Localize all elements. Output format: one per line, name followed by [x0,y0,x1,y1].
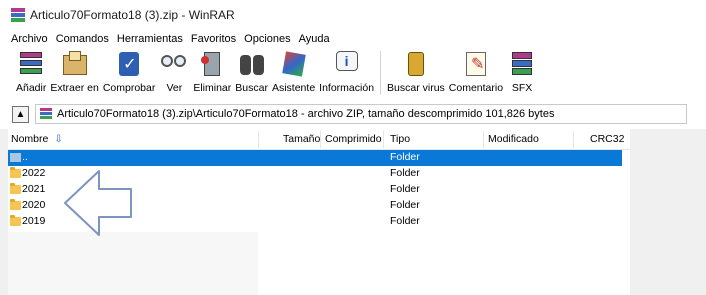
column-name-label: Nombre [11,133,49,145]
file-type: Folder [390,167,420,179]
virus-scan-button[interactable]: Buscar virus [385,49,447,99]
add-archive-icon [16,49,46,79]
test-icon [114,49,144,79]
sort-arrow-icon: ⇩ [54,134,63,145]
column-divider[interactable] [483,131,484,148]
folder-icon [10,199,21,210]
folder-icon [10,167,21,178]
file-name: 2021 [22,183,46,195]
column-crc[interactable]: CRC32 [590,133,624,145]
path-text: Articulo70Formato18 (3).zip\Articulo70Fo… [57,108,555,120]
menu-bar: Archivo Comandos Herramientas Favoritos … [0,30,706,47]
file-type: Folder [390,199,420,211]
toolbar: Añadir Extraer en Comprobar Ver Eliminar… [0,49,706,99]
delete-button[interactable]: Eliminar [191,49,233,99]
extract-to-label: Extraer en [50,82,99,94]
find-label: Buscar [235,82,268,94]
info-button[interactable]: Información [317,49,376,99]
wizard-button[interactable]: Asistente [270,49,317,99]
column-divider[interactable] [383,131,384,148]
add-button[interactable]: Añadir [14,49,48,99]
delete-label: Eliminar [193,82,232,94]
find-icon [237,49,267,79]
column-size[interactable]: Tamaño [283,133,320,145]
column-name[interactable]: Nombre ⇩ [11,133,63,145]
sfx-label: SFX [511,82,533,94]
file-type: Folder [390,183,420,195]
column-type[interactable]: Tipo [390,133,410,145]
comment-label: Comentario [448,82,504,94]
column-header: Nombre ⇩ Tamaño Comprimido Tipo Modificad… [8,129,630,150]
title-bar: Articulo70Formato18 (3).zip - WinRAR [0,0,706,30]
archive-icon [40,108,52,120]
extract-to-icon [60,49,90,79]
file-name: 2019 [22,215,46,227]
comment-icon [461,49,491,79]
column-divider[interactable] [320,131,321,148]
info-icon [332,49,362,79]
file-type: Folder [390,215,420,227]
find-button[interactable]: Buscar [233,49,270,99]
test-button[interactable]: Comprobar [101,49,158,99]
winrar-app-icon [11,8,25,22]
virus-scan-icon [401,49,431,79]
file-name: 2022 [22,167,46,179]
virus-scan-label: Buscar virus [387,82,445,94]
file-type: Folder [390,151,420,163]
menu-ayuda[interactable]: Ayuda [295,33,334,45]
delete-icon [197,49,227,79]
up-arrow-icon: ▲ [15,108,26,120]
sfx-button[interactable]: SFX [505,49,539,99]
comment-button[interactable]: Comentario [447,49,505,99]
column-modified[interactable]: Modificado [488,133,539,145]
up-folder-button[interactable]: ▲ [12,105,29,123]
wizard-label: Asistente [271,82,316,94]
file-name: 2020 [22,199,46,211]
menu-archivo[interactable]: Archivo [7,33,52,45]
annotation-arrow-icon [64,170,132,236]
column-divider[interactable] [258,131,259,148]
file-list-empty-area [8,232,258,295]
file-name: .. [22,151,28,163]
address-bar: ▲ Articulo70Formato18 (3).zip\Articulo70… [0,103,706,125]
menu-favoritos[interactable]: Favoritos [187,33,240,45]
menu-comandos[interactable]: Comandos [52,33,113,45]
extract-to-button[interactable]: Extraer en [48,49,100,99]
toolbar-separator [380,51,382,95]
add-button-label: Añadir [16,82,47,94]
window-title: Articulo70Formato18 (3).zip - WinRAR [30,8,235,22]
menu-opciones[interactable]: Opciones [240,33,294,45]
folder-icon [10,183,21,194]
view-icon [159,49,189,79]
menu-herramientas[interactable]: Herramientas [113,33,187,45]
table-row-parent[interactable]: .. Folder [8,150,622,166]
wizard-icon [279,49,309,79]
view-label: Ver [166,82,183,94]
parent-folder-icon [10,153,21,162]
info-label: Información [319,82,375,94]
column-compressed[interactable]: Comprimido [325,133,382,145]
path-field[interactable]: Articulo70Formato18 (3).zip\Articulo70Fo… [35,104,687,124]
folder-icon [10,215,21,226]
column-divider[interactable] [573,131,574,148]
sfx-icon [507,49,537,79]
view-button[interactable]: Ver [157,49,191,99]
test-label: Comprobar [102,82,156,94]
